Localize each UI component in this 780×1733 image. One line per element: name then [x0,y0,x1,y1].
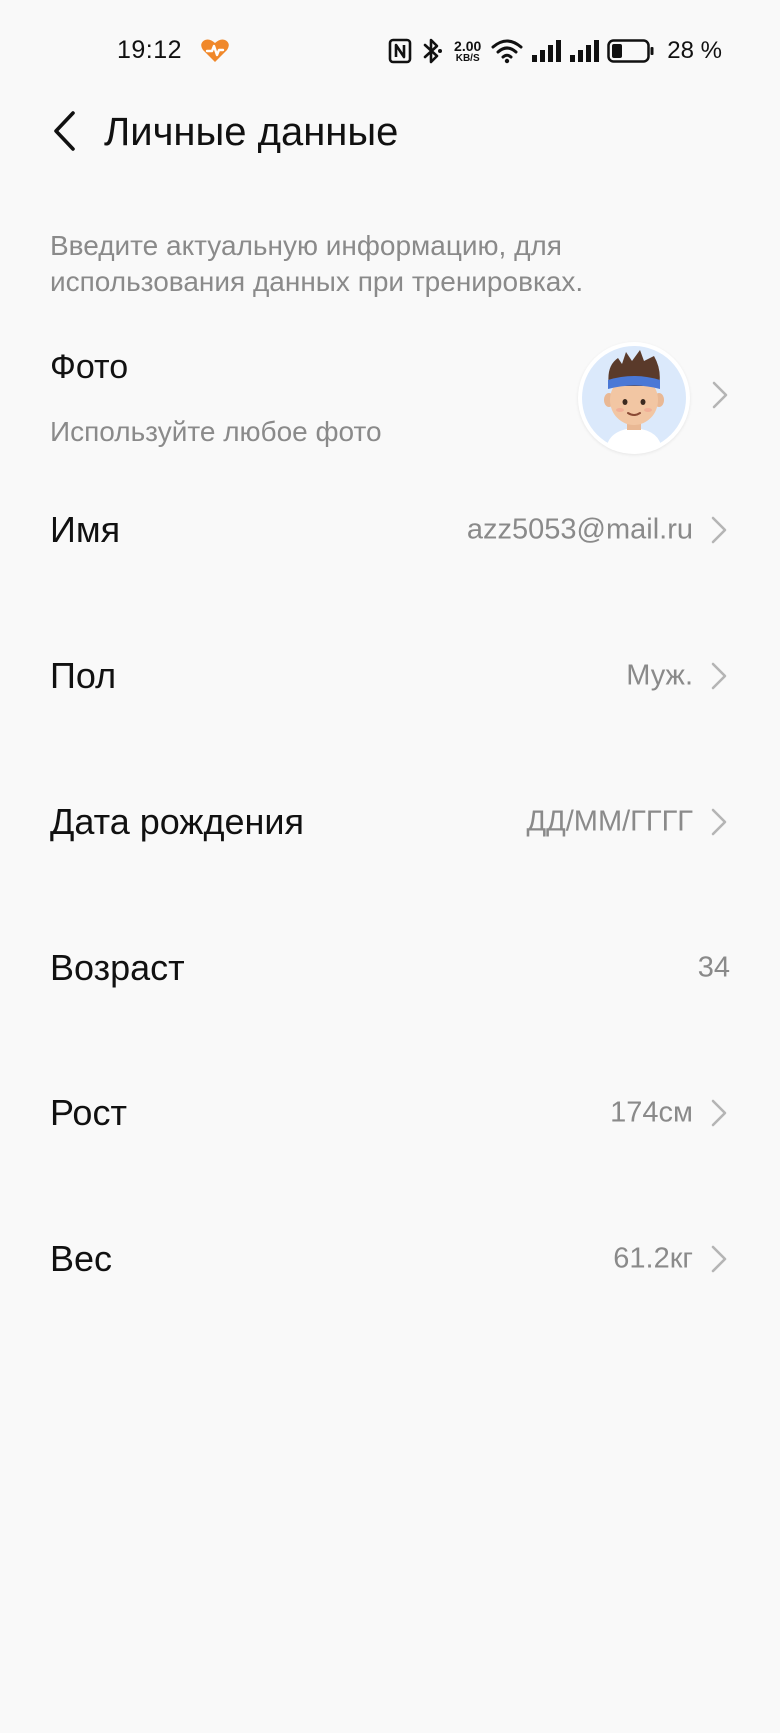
name-value: azz5053@mail.ru [466,513,693,546]
back-button[interactable] [40,106,88,156]
avatar[interactable] [578,342,690,454]
birthdate-row[interactable]: Дата рождения ДД/ММ/ГГГГ [0,762,780,882]
weight-label: Вес [50,1238,113,1279]
page-title: Личные данные [104,110,399,154]
signal-icon-sim1 [531,39,562,63]
network-speed: 2.00 KB/S [454,39,481,64]
name-label: Имя [50,509,121,550]
age-label: Возраст [50,947,185,988]
page-description: Введите актуальную информацию, для испол… [50,230,584,297]
weight-row[interactable]: Вес 61.2кг [0,1199,780,1319]
chevron-right-icon [711,516,727,544]
wifi-icon [491,38,523,64]
age-value: 34 [697,951,730,984]
battery-percent: 28 % [667,37,722,64]
age-row: Возраст 34 [0,908,780,1028]
signal-icon-sim2 [569,39,600,63]
chevron-right-icon [711,808,727,836]
height-value: 174см [610,1096,693,1129]
height-row[interactable]: Рост 174см [0,1053,780,1173]
birthdate-value: ДД/ММ/ГГГГ [526,805,693,838]
weight-value: 61.2кг [613,1242,693,1275]
photo-row[interactable]: Фото Используйте любое фото [0,330,780,460]
photo-label: Фото [50,348,129,386]
status-bar: 19:12 2.00 KB/S 28 % [0,0,780,104]
avatar-illustration [582,346,686,450]
battery-icon [607,39,655,63]
birthdate-label: Дата рождения [50,801,304,842]
network-speed-unit: KB/S [455,52,480,64]
chevron-right-icon [711,1099,727,1127]
back-arrow-icon [54,111,75,151]
height-label: Рост [50,1092,127,1133]
name-row[interactable]: Имя azz5053@mail.ru [0,470,780,590]
chevron-right-icon [711,1245,727,1273]
gender-label: Пол [50,655,117,696]
nfc-icon [388,38,412,64]
bluetooth-icon [420,37,444,65]
header: Личные данные [0,96,780,166]
network-speed-value: 2.00 [454,37,482,54]
health-app-notification-icon [200,38,230,64]
gender-row[interactable]: Пол Муж. [0,616,780,736]
status-time: 19:12 [117,36,183,64]
photo-subtitle: Используйте любое фото [50,416,382,447]
gender-value: Муж. [626,659,693,692]
chevron-right-icon [712,381,728,409]
chevron-right-icon [711,662,727,690]
status-icons: 2.00 KB/S 28 % [388,34,722,68]
